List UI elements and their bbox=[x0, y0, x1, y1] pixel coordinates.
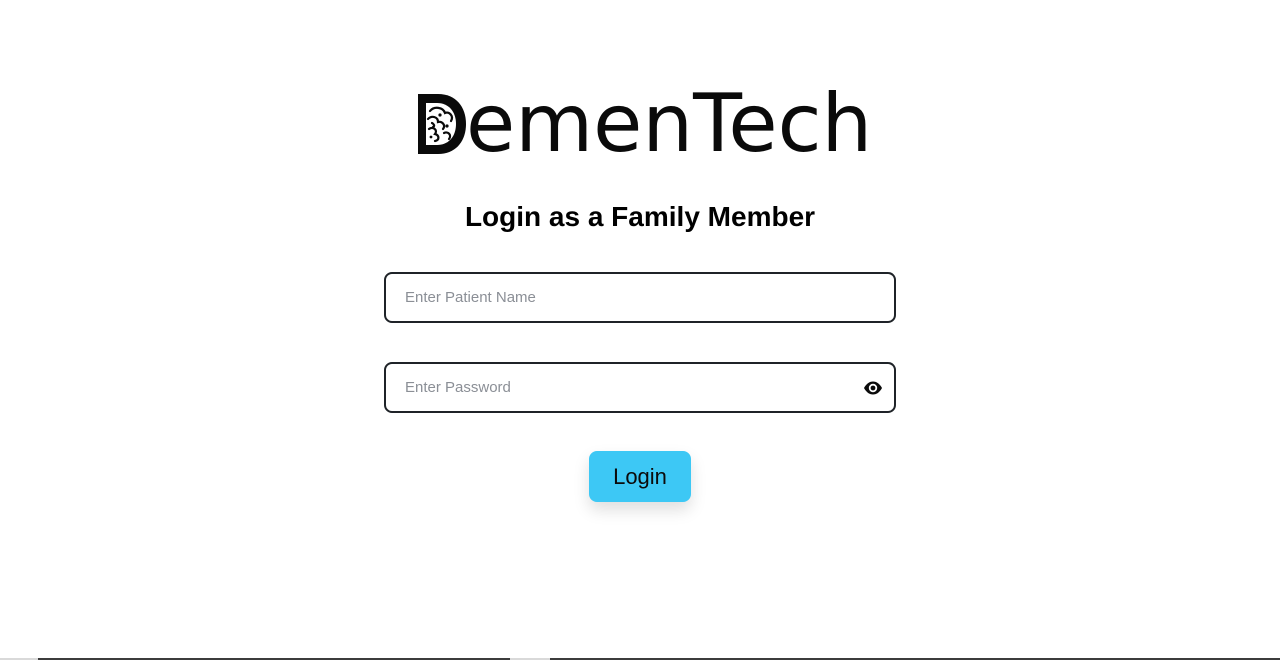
patient-name-input[interactable] bbox=[386, 274, 894, 321]
page-title: Login as a Family Member bbox=[464, 201, 816, 232]
eye-icon[interactable] bbox=[863, 380, 883, 396]
dementech-logo: emenTech bbox=[416, 84, 872, 164]
login-button[interactable]: Login bbox=[589, 451, 691, 502]
password-field[interactable] bbox=[384, 362, 896, 413]
patient-name-field[interactable] bbox=[384, 272, 896, 323]
brain-d-icon bbox=[416, 93, 468, 155]
login-page: emenTech Login as a Family Member Login bbox=[0, 0, 1280, 660]
logo-text: emenTech bbox=[466, 77, 873, 170]
password-input[interactable] bbox=[386, 364, 894, 411]
